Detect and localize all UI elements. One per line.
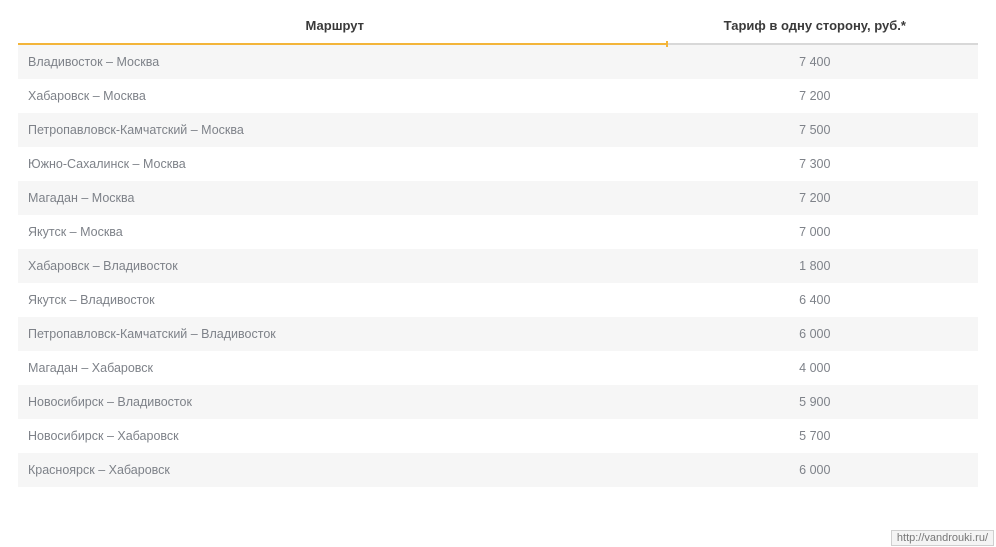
table-row: Петропавловск-Камчатский – Владивосток6 … bbox=[18, 317, 978, 351]
cell-route: Магадан – Хабаровск bbox=[18, 351, 652, 385]
table-row: Владивосток – Москва7 400 bbox=[18, 45, 978, 79]
cell-price: 5 700 bbox=[652, 419, 978, 453]
cell-price: 6 000 bbox=[652, 317, 978, 351]
cell-route: Владивосток – Москва bbox=[18, 45, 652, 79]
table-row: Красноярск – Хабаровск6 000 bbox=[18, 453, 978, 487]
cell-price: 6 000 bbox=[652, 453, 978, 487]
table-row: Хабаровск – Владивосток1 800 bbox=[18, 249, 978, 283]
table-row: Магадан – Хабаровск4 000 bbox=[18, 351, 978, 385]
cell-route: Якутск – Москва bbox=[18, 215, 652, 249]
table-row: Новосибирск – Хабаровск5 700 bbox=[18, 419, 978, 453]
cell-route: Петропавловск-Камчатский – Москва bbox=[18, 113, 652, 147]
table-row: Якутск – Москва7 000 bbox=[18, 215, 978, 249]
table-row: Новосибирск – Владивосток5 900 bbox=[18, 385, 978, 419]
cell-price: 7 200 bbox=[652, 181, 978, 215]
table-row: Петропавловск-Камчатский – Москва7 500 bbox=[18, 113, 978, 147]
fare-table: Маршрут Тариф в одну сторону, руб.* Влад… bbox=[18, 10, 978, 487]
table-body: Владивосток – Москва7 400Хабаровск – Мос… bbox=[18, 45, 978, 487]
table-row: Магадан – Москва7 200 bbox=[18, 181, 978, 215]
cell-route: Новосибирск – Хабаровск bbox=[18, 419, 652, 453]
header-route: Маршрут bbox=[18, 10, 652, 43]
table-header-row: Маршрут Тариф в одну сторону, руб.* bbox=[18, 10, 978, 43]
cell-route: Якутск – Владивосток bbox=[18, 283, 652, 317]
cell-route: Магадан – Москва bbox=[18, 181, 652, 215]
cell-price: 1 800 bbox=[652, 249, 978, 283]
cell-route: Хабаровск – Москва bbox=[18, 79, 652, 113]
cell-route: Южно-Сахалинск – Москва bbox=[18, 147, 652, 181]
header-price: Тариф в одну сторону, руб.* bbox=[652, 10, 978, 43]
cell-route: Новосибирск – Владивосток bbox=[18, 385, 652, 419]
cell-price: 7 200 bbox=[652, 79, 978, 113]
watermark: http://vandrouki.ru/ bbox=[891, 530, 994, 546]
cell-price: 7 000 bbox=[652, 215, 978, 249]
table-row: Южно-Сахалинск – Москва7 300 bbox=[18, 147, 978, 181]
cell-price: 7 300 bbox=[652, 147, 978, 181]
cell-price: 4 000 bbox=[652, 351, 978, 385]
table-container: Маршрут Тариф в одну сторону, руб.* Влад… bbox=[0, 0, 996, 487]
cell-route: Красноярск – Хабаровск bbox=[18, 453, 652, 487]
cell-price: 5 900 bbox=[652, 385, 978, 419]
cell-price: 7 400 bbox=[652, 45, 978, 79]
cell-route: Петропавловск-Камчатский – Владивосток bbox=[18, 317, 652, 351]
cell-price: 6 400 bbox=[652, 283, 978, 317]
table-row: Хабаровск – Москва7 200 bbox=[18, 79, 978, 113]
header-divider bbox=[18, 43, 978, 45]
cell-price: 7 500 bbox=[652, 113, 978, 147]
cell-route: Хабаровск – Владивосток bbox=[18, 249, 652, 283]
table-row: Якутск – Владивосток6 400 bbox=[18, 283, 978, 317]
